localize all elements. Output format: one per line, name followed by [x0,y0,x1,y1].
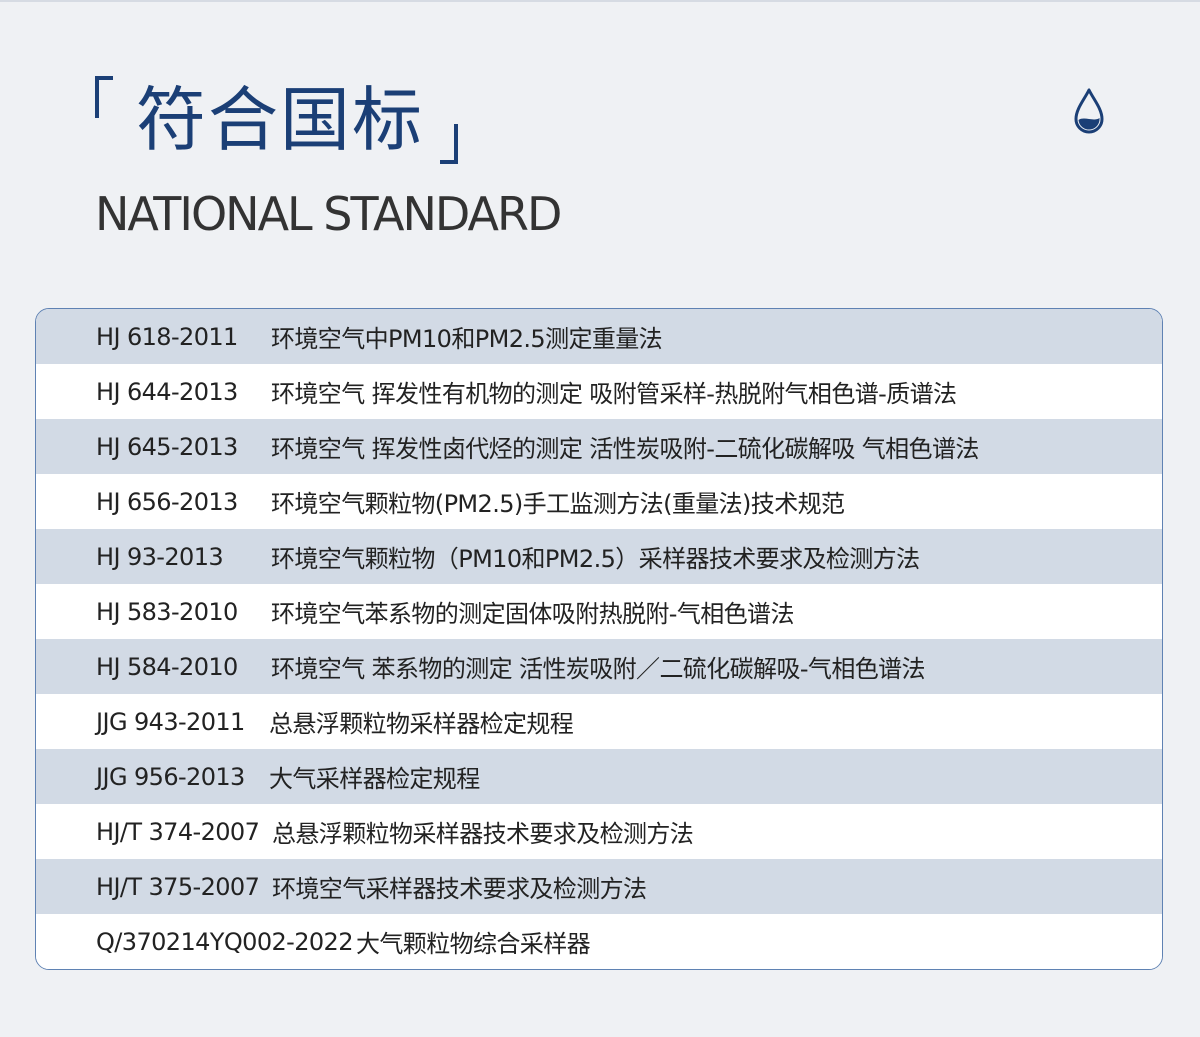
standard-title: 环境空气 挥发性卤代烃的测定 活性炭吸附-二硫化碳解吸 气相色谱法 [271,435,979,463]
standard-title: 大气采样器检定规程 [269,765,480,793]
table-row: HJ 644-2013 环境空气 挥发性有机物的测定 吸附管采样-热脱附气相色谱… [36,364,1162,419]
standard-code: Q/370214YQ002-2022 [96,927,354,956]
standard-code: JJG 943-2011 [96,707,245,736]
standard-title: 环境空气 苯系物的测定 活性炭吸附／二硫化碳解吸-气相色谱法 [271,655,926,683]
table-row: HJ 618-2011 环境空气中PM10和PM2.5测定重量法 [36,309,1162,364]
standard-code: JJG 956-2013 [96,762,245,791]
standard-title: 大气颗粒物综合采样器 [356,930,591,958]
table-row: HJ/T 375-2007 环境空气采样器技术要求及检测方法 [36,859,1162,914]
standard-title: 环境空气中PM10和PM2.5测定重量法 [271,325,663,353]
standard-code: HJ 645-2013 [96,432,238,461]
top-divider [0,0,1200,2]
standard-code: HJ 656-2013 [96,487,238,516]
table-row: HJ 583-2010 环境空气苯系物的测定固体吸附热脱附-气相色谱法 [36,584,1162,639]
title-bracket-open [95,76,113,118]
standard-title: 环境空气颗粒物(PM2.5)手工监测方法(重量法)技术规范 [271,490,845,518]
table-row: HJ 656-2013 环境空气颗粒物(PM2.5)手工监测方法(重量法)技术规… [36,474,1162,529]
standard-code: HJ/T 374-2007 [96,817,260,846]
table-row: Q/370214YQ002-2022 大气颗粒物综合采样器 [36,914,1162,969]
standards-table: HJ 618-2011 环境空气中PM10和PM2.5测定重量法 HJ 644-… [35,308,1163,970]
page-subtitle: NATIONAL STANDARD [95,187,562,241]
table-row: HJ 645-2013 环境空气 挥发性卤代烃的测定 活性炭吸附-二硫化碳解吸 … [36,419,1162,474]
water-drop-icon [1074,88,1104,134]
table-row: JJG 956-2013 大气采样器检定规程 [36,749,1162,804]
table-row: HJ 93-2013 环境空气颗粒物（PM10和PM2.5）采样器技术要求及检测… [36,529,1162,584]
standard-title: 环境空气 挥发性有机物的测定 吸附管采样-热脱附气相色谱-质谱法 [271,380,957,408]
standard-title: 总悬浮颗粒物采样器技术要求及检测方法 [272,820,694,848]
table-row: HJ/T 374-2007 总悬浮颗粒物采样器技术要求及检测方法 [36,804,1162,859]
standard-code: HJ 644-2013 [96,377,238,406]
title-bracket-close [440,124,458,164]
table-row: HJ 584-2010 环境空气 苯系物的测定 活性炭吸附／二硫化碳解吸-气相色… [36,639,1162,694]
page-title: 符合国标 [136,79,424,161]
standard-code: HJ 93-2013 [96,542,224,571]
standard-title: 环境空气采样器技术要求及检测方法 [272,875,647,903]
standard-title: 环境空气颗粒物（PM10和PM2.5）采样器技术要求及检测方法 [271,545,920,573]
standard-title: 总悬浮颗粒物采样器检定规程 [269,710,574,738]
standard-code: HJ 618-2011 [96,322,238,351]
standard-code: HJ 583-2010 [96,597,238,626]
standard-code: HJ 584-2010 [96,652,238,681]
table-row: JJG 943-2011 总悬浮颗粒物采样器检定规程 [36,694,1162,749]
standard-title: 环境空气苯系物的测定固体吸附热脱附-气相色谱法 [271,600,794,628]
standard-code: HJ/T 375-2007 [96,872,260,901]
